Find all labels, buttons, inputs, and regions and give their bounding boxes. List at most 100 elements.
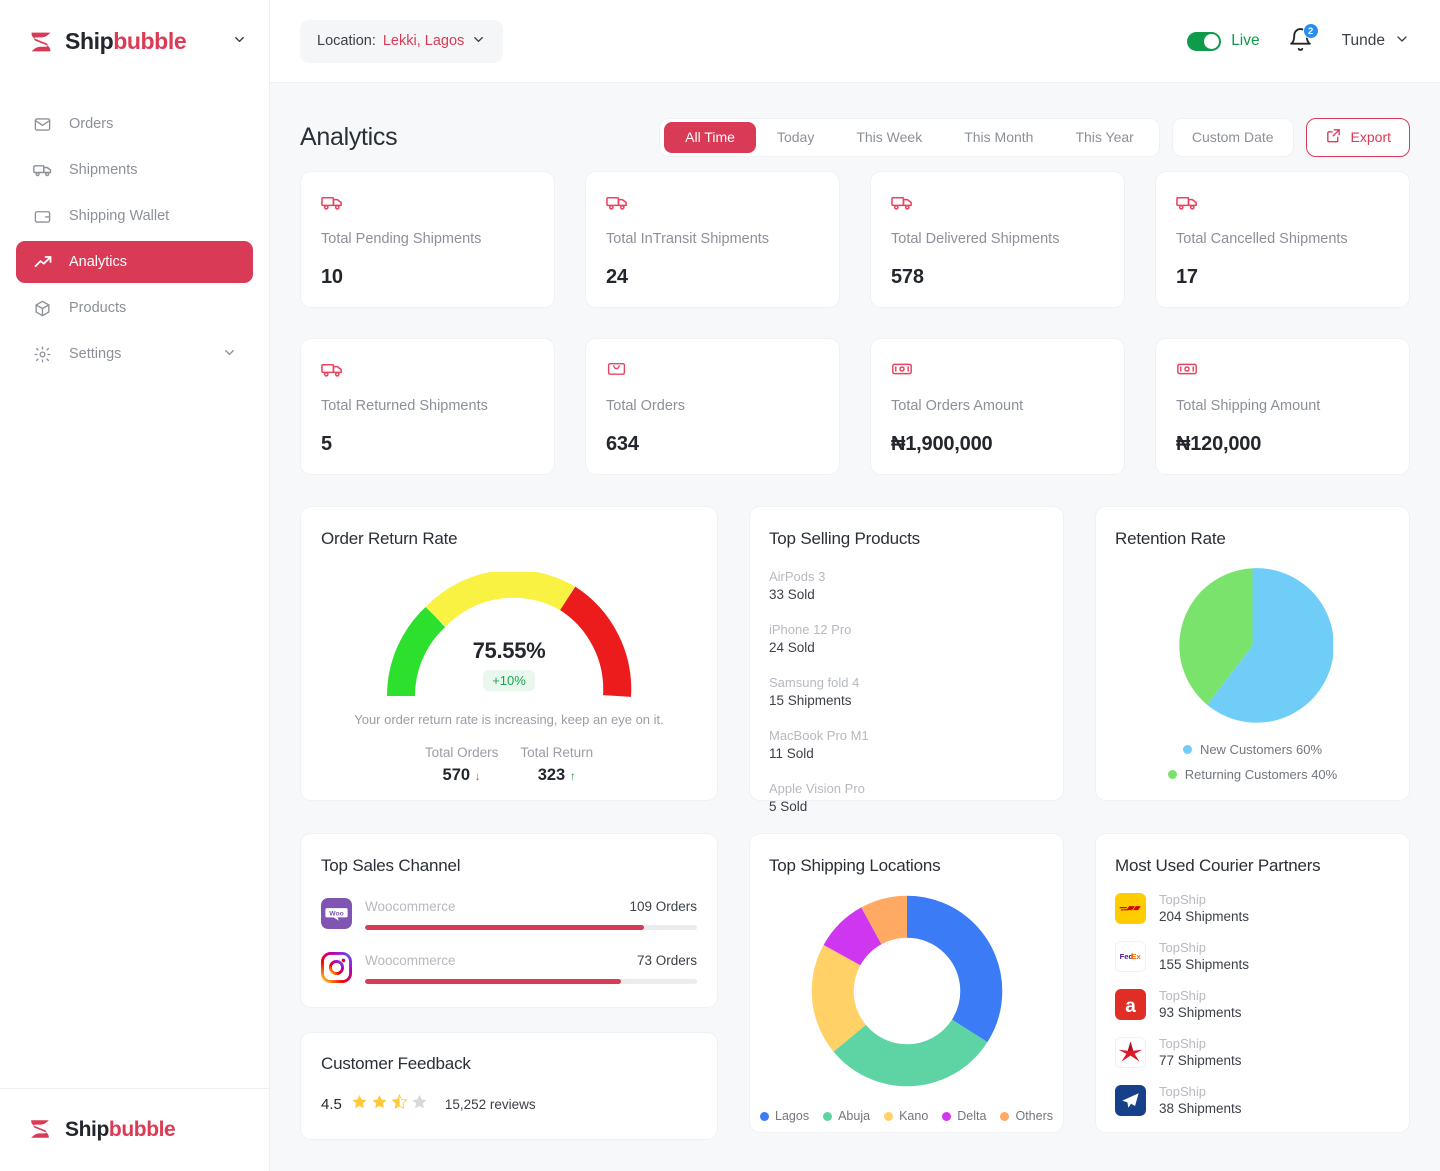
list-item[interactable]: Fed Ex TopShip 155 Shipments — [1115, 940, 1390, 972]
courier-name: TopShip — [1159, 892, 1206, 907]
list-item[interactable]: Samsung fold 4 15 Shipments — [769, 675, 1044, 708]
user-menu[interactable]: Tunde — [1342, 31, 1410, 52]
legend-label: Kano — [899, 1109, 929, 1123]
shipbubble-logo-footer[interactable]: Shipbubble — [26, 1115, 176, 1145]
total-orders-value: 570 — [442, 765, 471, 784]
top-sales-channel-card: Top Sales Channel Woo Woocommerce 109 Or… — [300, 833, 718, 1008]
pie-svg — [1179, 568, 1333, 723]
courier-text: TopShip 93 Shipments — [1159, 988, 1242, 1020]
chevron-down-icon[interactable] — [222, 345, 237, 364]
box-icon — [32, 298, 53, 319]
channel-body: Woocommerce 109 Orders — [365, 898, 697, 930]
sidebar-item-shipping-wallet[interactable]: Shipping Wallet — [16, 195, 253, 237]
product-name: Samsung fold 4 — [769, 675, 860, 690]
panel-title: Top Shipping Locations — [769, 856, 941, 875]
stat-card-total-intransit-shipments: Total InTransit Shipments 24 — [585, 171, 840, 308]
rating-row: 4.5 15,252 reviews — [321, 1093, 697, 1115]
stat-card-total-orders: Total Orders 634 — [585, 338, 840, 475]
location-selector[interactable]: Location: Lekki, Lagos — [300, 19, 504, 63]
list-item[interactable]: Woocommerce 73 Orders — [321, 952, 697, 984]
legend-label: Abuja — [838, 1109, 871, 1123]
sidebar-item-orders[interactable]: Orders — [16, 103, 253, 145]
tab-all-time[interactable]: All Time — [664, 121, 756, 153]
shopping-bag-icon — [606, 358, 819, 384]
list-item[interactable]: TopShip 204 Shipments — [1115, 892, 1390, 924]
list-item[interactable]: Woo Woocommerce 109 Orders — [321, 898, 697, 930]
legend-color-dot — [760, 1111, 770, 1121]
stat-value: 24 — [606, 266, 628, 288]
gauge-percent: 75.55% — [472, 638, 546, 663]
shipbubble-logo[interactable]: Shipbubble — [26, 27, 187, 57]
stat-card-total-shipping-amount: Total Shipping Amount ₦120,000 — [1155, 338, 1410, 475]
custom-date-button[interactable]: Custom Date — [1171, 117, 1294, 157]
list-item[interactable]: MacBook Pro M1 11 Sold — [769, 728, 1044, 761]
gauge-delta-badge: +10% — [483, 670, 535, 691]
product-sold: 15 Shipments — [769, 693, 852, 708]
stat-card-total-orders-amount: Total Orders Amount ₦1,900,000 — [870, 338, 1125, 475]
courier-text: TopShip 155 Shipments — [1159, 940, 1249, 972]
gauge-center-labels: 75.55% +10% — [383, 638, 635, 691]
tab-this-month[interactable]: This Month — [943, 122, 1054, 153]
panel-title: Retention Rate — [1115, 529, 1226, 548]
stat-label: Total Orders — [606, 398, 685, 414]
list-item[interactable]: a TopShip 93 Shipments — [1115, 988, 1390, 1020]
chevron-down-icon — [471, 32, 486, 51]
sidebar-item-shipments[interactable]: Shipments — [16, 149, 253, 191]
sidebar-item-analytics[interactable]: Analytics — [16, 241, 253, 283]
truck-icon — [321, 191, 534, 217]
stats-grid: Total Pending Shipments 10 Total InTrans… — [300, 171, 1410, 475]
aliexpress-logo: a — [1115, 988, 1146, 1020]
logo-text-dark: Ship — [65, 28, 114, 54]
channel-name: Woocommerce — [365, 953, 456, 968]
product-sold: 33 Sold — [769, 587, 815, 602]
top-shipping-locations-card: Top Shipping Locations Lagos Abuja Kano … — [749, 833, 1064, 1133]
export-button[interactable]: Export — [1305, 117, 1410, 157]
topbar-actions: Live 2 Tunde — [1187, 23, 1410, 56]
list-item[interactable]: Apple Vision Pro 5 Sold — [769, 781, 1044, 814]
legend-item: Abuja — [823, 1109, 870, 1123]
tab-this-week[interactable]: This Week — [835, 122, 943, 153]
star-icon-half — [391, 1093, 408, 1115]
live-mode-toggle[interactable]: Live — [1187, 31, 1260, 51]
chevron-down-icon[interactable] — [232, 32, 247, 52]
stat-card-total-pending-shipments: Total Pending Shipments 10 — [300, 171, 555, 308]
channel-progress-fill — [365, 979, 621, 984]
return-rate-note: Your order return rate is increasing, ke… — [354, 712, 664, 727]
sidebar-item-products[interactable]: Products — [16, 287, 253, 329]
bell-icon — [1288, 28, 1313, 56]
sidebar-item-label: Shipments — [69, 162, 138, 178]
tab-this-year[interactable]: This Year — [1054, 122, 1154, 153]
notification-badge: 2 — [1302, 23, 1319, 39]
courier-name: TopShip — [1159, 940, 1206, 955]
product-name: AirPods 3 — [769, 569, 826, 584]
product-sold: 11 Sold — [769, 746, 814, 761]
location-value: Lekki, Lagos — [382, 33, 465, 49]
legend-color-dot — [884, 1111, 894, 1121]
notifications-button[interactable]: 2 — [1288, 23, 1319, 56]
product-name: MacBook Pro M1 — [769, 728, 869, 743]
courier-shipments: 77 Shipments — [1159, 1053, 1242, 1068]
arrow-down-icon: ↓ — [474, 768, 481, 783]
tab-today[interactable]: Today — [756, 122, 835, 153]
return-rate-totals: Total Orders 570 ↓ Total Return 323 ↑ — [321, 745, 697, 785]
legend-label: Others — [1015, 1109, 1053, 1123]
legend-label: Lagos — [775, 1109, 810, 1123]
list-item[interactable]: TopShip 38 Shipments — [1115, 1084, 1390, 1116]
stat-value: 5 — [321, 433, 332, 455]
panel-title: Customer Feedback — [321, 1054, 471, 1073]
list-item[interactable]: TopShip 77 Shipments — [1115, 1036, 1390, 1068]
legend-color-dot — [942, 1111, 952, 1121]
toggle-switch[interactable] — [1187, 31, 1222, 51]
retention-pie-chart — [1115, 565, 1390, 726]
channel-body: Woocommerce 73 Orders — [365, 952, 697, 984]
list-item[interactable]: iPhone 12 Pro 24 Sold — [769, 622, 1044, 655]
total-return-label: Total Return — [520, 744, 594, 760]
list-item[interactable]: AirPods 3 33 Sold — [769, 569, 1044, 602]
order-return-rate-card: Order Return Rate 75.55% +10% Your order… — [300, 506, 718, 801]
woocommerce-icon: Woo — [321, 898, 352, 929]
panel-title: Top Sales Channel — [321, 856, 461, 875]
banknote-icon — [1176, 358, 1389, 384]
sidebar-item-settings[interactable]: Settings — [16, 333, 253, 375]
legend-item: Returning Customers 40% — [1167, 767, 1337, 782]
courier-shipments: 204 Shipments — [1159, 909, 1250, 924]
